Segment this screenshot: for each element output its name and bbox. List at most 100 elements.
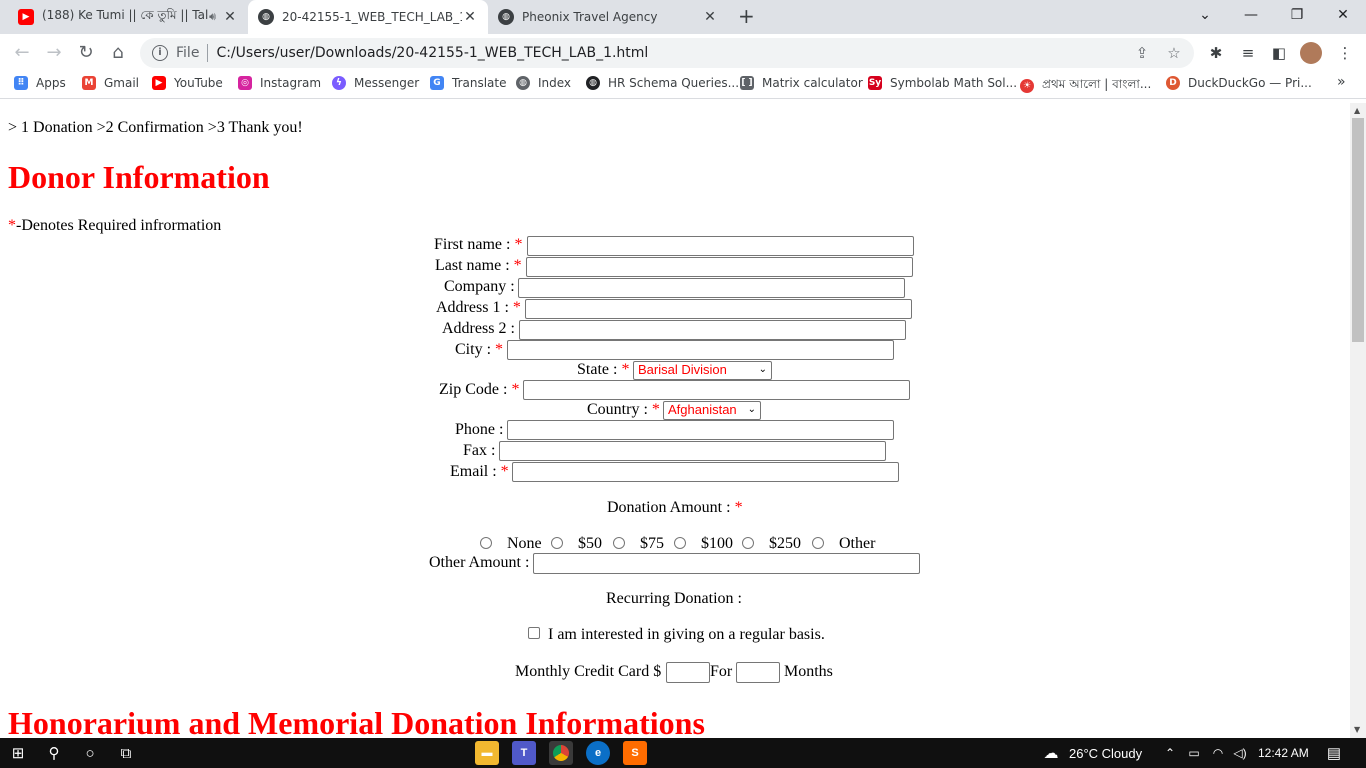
- sublime-text-icon[interactable]: S: [623, 741, 647, 765]
- close-tab-icon[interactable]: ✕: [702, 9, 718, 25]
- bookmark-star-icon[interactable]: ☆: [1162, 44, 1186, 62]
- donation-radio-50[interactable]: [551, 537, 563, 549]
- chevron-up-icon[interactable]: ⌃: [1160, 743, 1180, 763]
- donation-option-label: Other: [839, 535, 876, 552]
- scroll-up-icon[interactable]: ▲: [1354, 106, 1360, 115]
- task-view-icon[interactable]: ⧉: [116, 743, 136, 763]
- teams-icon[interactable]: T: [512, 741, 536, 765]
- profile-avatar[interactable]: [1300, 42, 1322, 64]
- menu-icon[interactable]: ⋮: [1334, 42, 1356, 64]
- label-text: Zip Code :: [439, 381, 508, 398]
- forward-button[interactable]: →: [42, 40, 66, 64]
- country-select[interactable]: Afghanistan ⌄: [663, 401, 761, 420]
- recurring-checkbox-label: I am interested in giving on a regular b…: [548, 626, 825, 643]
- last-name-label: Last name : *: [435, 257, 522, 275]
- info-icon[interactable]: i: [152, 45, 168, 61]
- bookmark-instagram[interactable]: ◎ Instagram: [238, 76, 321, 90]
- wifi-icon[interactable]: ◠: [1208, 743, 1228, 763]
- company-input[interactable]: [518, 278, 905, 298]
- media-control-icon[interactable]: ≡: [1237, 42, 1259, 64]
- close-tab-icon[interactable]: ✕: [462, 9, 478, 25]
- page-title: Donor Information: [8, 159, 270, 195]
- share-icon[interactable]: ⇪: [1130, 44, 1154, 62]
- monthly-amount-input[interactable]: [666, 662, 710, 683]
- chrome-icon[interactable]: [549, 741, 573, 765]
- country-selected-value: Afghanistan: [668, 402, 737, 417]
- bookmark-matrix-calculator[interactable]: [ ] Matrix calculator: [740, 76, 863, 90]
- donation-radio-250[interactable]: [742, 537, 754, 549]
- tab-search-icon[interactable]: ⌄: [1182, 0, 1228, 30]
- tab-web-tech-lab[interactable]: ◍ 20-42155-1_WEB_TECH_LAB_1.ht ✕: [248, 0, 488, 34]
- state-select[interactable]: Barisal Division ⌄: [633, 361, 772, 380]
- donation-radio-other[interactable]: [812, 537, 824, 549]
- bookmark-duckduckgo[interactable]: D DuckDuckGo — Pri...: [1166, 76, 1312, 90]
- other-amount-input[interactable]: [533, 553, 920, 574]
- scroll-down-icon[interactable]: ▼: [1354, 725, 1360, 734]
- email-input[interactable]: [512, 462, 899, 482]
- phone-input[interactable]: [507, 420, 894, 440]
- close-window-button[interactable]: ✕: [1320, 0, 1366, 30]
- youtube-icon: ▶: [18, 9, 34, 25]
- first-name-input[interactable]: [527, 236, 914, 256]
- url-text[interactable]: C:/Users/user/Downloads/20-42155-1_WEB_T…: [216, 45, 1130, 61]
- bookmark-youtube[interactable]: ▶ YouTube: [152, 76, 223, 90]
- recurring-checkbox[interactable]: [528, 627, 540, 639]
- reload-button[interactable]: ↻: [74, 40, 98, 64]
- bookmark-translate[interactable]: G Translate: [430, 76, 507, 90]
- address2-label: Address 2 :: [442, 320, 515, 337]
- bookmark-label: Symbolab Math Sol...: [890, 76, 1018, 90]
- extensions-icon[interactable]: ✱: [1205, 42, 1227, 64]
- tab-pheonix-travel[interactable]: ◍ Pheonix Travel Agency ✕: [488, 0, 728, 34]
- volume-icon[interactable]: ◁): [1230, 743, 1250, 763]
- for-label: For: [710, 663, 733, 680]
- speaker-icon[interactable]: 🔊︎: [209, 10, 216, 24]
- weather-text[interactable]: 26°C Cloudy: [1069, 746, 1142, 761]
- address2-input[interactable]: [519, 320, 906, 340]
- address1-input[interactable]: [525, 299, 912, 319]
- last-name-input[interactable]: [526, 257, 913, 277]
- cortana-icon[interactable]: ○: [80, 743, 100, 763]
- bookmark-messenger[interactable]: ϟ Messenger: [332, 76, 419, 90]
- bookmark-hr-schema[interactable]: ◍ HR Schema Queries...: [586, 76, 739, 90]
- bookmark-gmail[interactable]: M Gmail: [82, 76, 139, 90]
- tab-youtube[interactable]: ▶ (188) Ke Tumi || কে তুমি || Tal 🔊︎ ✕: [8, 0, 248, 34]
- other-amount-label: Other Amount :: [429, 554, 530, 571]
- months-count-input[interactable]: [736, 662, 780, 683]
- address-bar[interactable]: i File C:/Users/user/Downloads/20-42155-…: [140, 38, 1194, 68]
- donation-radio-none[interactable]: [480, 537, 492, 549]
- new-tab-button[interactable]: +: [738, 6, 755, 26]
- label-text: State :: [577, 361, 618, 378]
- edge-icon[interactable]: e: [586, 741, 610, 765]
- close-tab-icon[interactable]: ✕: [222, 9, 238, 25]
- zip-input[interactable]: [523, 380, 910, 400]
- file-explorer-icon[interactable]: ▬: [475, 741, 499, 765]
- donation-radio-75[interactable]: [613, 537, 625, 549]
- more-bookmarks-button[interactable]: »: [1337, 74, 1346, 90]
- bookmark-symbolab[interactable]: Sy Symbolab Math Sol...: [868, 76, 1017, 90]
- bookmark-index[interactable]: ◍ Index: [516, 76, 571, 90]
- search-icon[interactable]: ⚲: [44, 743, 64, 763]
- scrollbar-thumb[interactable]: [1352, 118, 1364, 342]
- sun-icon: ☀: [1020, 79, 1034, 93]
- minimize-button[interactable]: —: [1228, 0, 1274, 30]
- fax-input[interactable]: [499, 441, 886, 461]
- donation-radio-100[interactable]: [674, 537, 686, 549]
- page-scrollbar[interactable]: ▲ ▼: [1350, 103, 1366, 738]
- chevron-down-icon: ⌄: [747, 404, 756, 415]
- windows-start-icon[interactable]: ⊞: [8, 743, 28, 763]
- back-button[interactable]: ←: [10, 40, 34, 64]
- restore-button[interactable]: ❐: [1274, 0, 1320, 30]
- browser-toolbar: ← → ↻ ⌂ i File C:/Users/user/Downloads/2…: [0, 34, 1366, 70]
- bookmark-label: Messenger: [354, 76, 420, 90]
- side-panel-icon[interactable]: ◧: [1268, 42, 1290, 64]
- bookmark-prothom-alo[interactable]: ☀ প্রথম আলো | বাংলা...: [1020, 76, 1151, 96]
- gmail-icon: M: [82, 76, 96, 90]
- bookmark-apps[interactable]: ⠿ Apps: [14, 76, 66, 90]
- first-name-label: First name : *: [434, 236, 522, 254]
- clock-time[interactable]: 12:42 AM: [1258, 746, 1309, 760]
- donation-amount-label: Donation Amount : *: [607, 499, 743, 517]
- notifications-icon[interactable]: ▤: [1324, 743, 1344, 763]
- home-button[interactable]: ⌂: [106, 40, 130, 64]
- battery-icon[interactable]: ▭: [1184, 743, 1204, 763]
- city-input[interactable]: [507, 340, 894, 360]
